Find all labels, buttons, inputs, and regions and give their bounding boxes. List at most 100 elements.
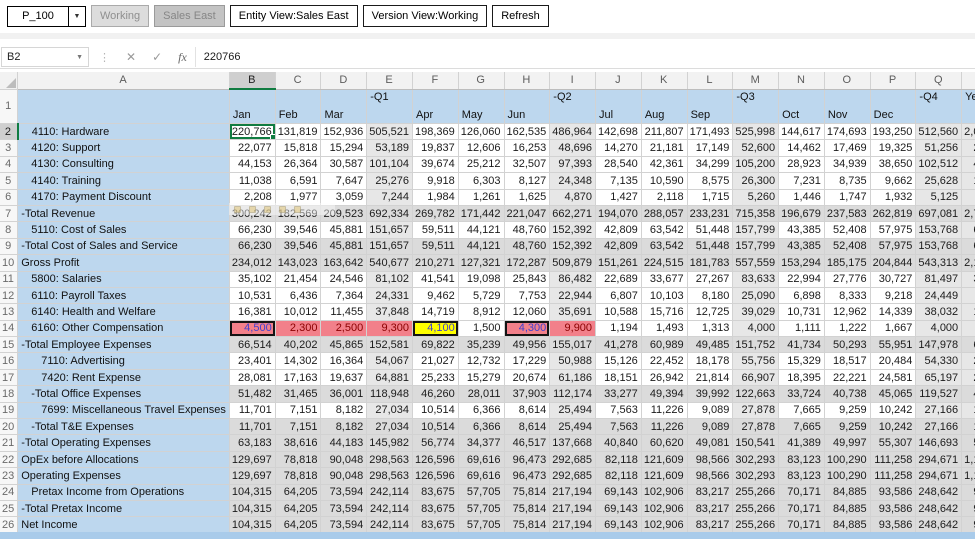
cell-E12[interactable]: 24,331 xyxy=(366,287,413,305)
row-header-13[interactable]: 13 xyxy=(0,303,19,321)
cell-F26[interactable]: 83,675 xyxy=(412,516,459,534)
cell-Q16[interactable]: 54,330 xyxy=(915,352,963,370)
cell-F9[interactable]: 59,511 xyxy=(412,238,459,256)
cell-F2[interactable]: 198,369 xyxy=(412,123,459,141)
cell-P19[interactable]: 10,242 xyxy=(870,402,917,420)
cell-N26[interactable]: 70,171 xyxy=(778,516,825,534)
cell-C2[interactable]: 131,819 xyxy=(275,123,322,141)
cell-Q21[interactable]: 146,693 xyxy=(915,434,963,452)
cell-G22[interactable]: 69,616 xyxy=(458,451,505,469)
cell-N12[interactable]: 6,898 xyxy=(778,287,825,305)
cell-G8[interactable]: 44,121 xyxy=(458,221,505,239)
cell-I16[interactable]: 50,988 xyxy=(549,352,597,370)
cell-G15[interactable]: 35,239 xyxy=(458,336,505,354)
cell-N9[interactable]: 43,385 xyxy=(778,238,825,256)
cell-N25[interactable]: 70,171 xyxy=(778,500,825,518)
row-header-24[interactable]: 24 xyxy=(0,484,19,501)
cell-C21[interactable]: 38,616 xyxy=(275,434,322,452)
cell-Q18[interactable]: 119,527 xyxy=(915,385,963,403)
row-header-9[interactable]: 9 xyxy=(0,238,19,256)
cell-O24[interactable]: 84,885 xyxy=(824,484,871,501)
cell-G23[interactable]: 69,616 xyxy=(458,467,505,485)
cell-I24[interactable]: 217,194 xyxy=(549,484,597,501)
column-header-M[interactable]: M xyxy=(732,72,780,90)
cell-B3[interactable]: 22,077 xyxy=(229,139,276,157)
cell-G21[interactable]: 34,377 xyxy=(458,434,505,452)
cell-L22[interactable]: 98,566 xyxy=(687,451,734,469)
cell-G26[interactable]: 57,705 xyxy=(458,516,505,534)
cell-N16[interactable]: 15,329 xyxy=(778,352,825,370)
cell-G24[interactable]: 57,705 xyxy=(458,484,505,501)
cell-H25[interactable]: 75,814 xyxy=(504,500,551,518)
cell-R23[interactable]: 1,188,212 xyxy=(961,467,975,485)
cell-C14[interactable]: 2,300 xyxy=(275,320,322,338)
cell-H9[interactable]: 48,760 xyxy=(504,238,551,256)
cell-P8[interactable]: 57,975 xyxy=(870,221,917,239)
cell-B14[interactable]: 4,500 xyxy=(229,320,276,338)
cell-L26[interactable]: 83,217 xyxy=(687,516,734,534)
cell-K26[interactable]: 102,906 xyxy=(641,516,688,534)
cell-N2[interactable]: 144,617 xyxy=(778,123,825,141)
cell-P11[interactable]: 30,727 xyxy=(870,271,917,288)
cell-M9[interactable]: 157,799 xyxy=(732,238,780,256)
cell-J19[interactable]: 7,563 xyxy=(595,402,642,420)
cell-I13[interactable]: 35,691 xyxy=(549,303,597,321)
working-button[interactable]: Working xyxy=(91,5,150,27)
cell-C22[interactable]: 78,818 xyxy=(275,451,322,469)
cell-H21[interactable]: 46,517 xyxy=(504,434,551,452)
cell-N6[interactable]: 1,446 xyxy=(778,189,825,206)
cell-I14[interactable]: 9,900 xyxy=(549,320,597,338)
column-header-H[interactable]: H xyxy=(504,72,551,90)
cell-O15[interactable]: 50,293 xyxy=(824,336,871,354)
cell-O16[interactable]: 18,517 xyxy=(824,352,871,370)
cell-Q12[interactable]: 24,449 xyxy=(915,287,963,305)
cell-R10[interactable]: 2,151,428 xyxy=(961,254,975,272)
header-cell-H1[interactable]: Jun xyxy=(504,89,551,124)
cell-F19[interactable]: 10,514 xyxy=(412,402,459,420)
cell-I23[interactable]: 292,685 xyxy=(549,467,597,485)
cell-R19[interactable]: 107,572 xyxy=(961,402,975,420)
cell-I9[interactable]: 152,392 xyxy=(549,238,597,256)
cell-R7[interactable]: 2,767,044 xyxy=(961,205,975,223)
cell-L7[interactable]: 233,231 xyxy=(687,205,734,223)
cell-K5[interactable]: 10,590 xyxy=(641,172,688,190)
cell-O14[interactable]: 1,222 xyxy=(824,320,871,338)
cell-M18[interactable]: 122,663 xyxy=(732,385,780,403)
row-header-23[interactable]: 23 xyxy=(0,467,19,485)
header-cell-B1[interactable]: Jan xyxy=(229,89,276,124)
header-cell-M1[interactable]: -Q3 xyxy=(732,89,780,124)
cell-M15[interactable]: 151,752 xyxy=(732,336,780,354)
cell-C13[interactable]: 10,012 xyxy=(275,303,322,321)
header-cell-Q1[interactable]: -Q4 xyxy=(915,89,963,124)
cell-G16[interactable]: 12,732 xyxy=(458,352,505,370)
cell-P14[interactable]: 1,667 xyxy=(870,320,917,338)
cell-R14[interactable]: 27,200 xyxy=(961,320,975,338)
cell-Q15[interactable]: 147,978 xyxy=(915,336,963,354)
cell-E18[interactable]: 118,948 xyxy=(366,385,413,403)
column-header-B[interactable]: B xyxy=(229,72,276,90)
cell-F12[interactable]: 9,462 xyxy=(412,287,459,305)
cell-L16[interactable]: 18,178 xyxy=(687,352,734,370)
cell-K21[interactable]: 60,620 xyxy=(641,434,688,452)
cell-R4[interactable]: 406,209 xyxy=(961,156,975,174)
cell-P24[interactable]: 93,586 xyxy=(870,484,917,501)
cell-R6[interactable]: 22,499 xyxy=(961,189,975,206)
cell-P23[interactable]: 111,258 xyxy=(870,467,917,485)
cell-N10[interactable]: 153,294 xyxy=(778,254,825,272)
row-header-8[interactable]: 8 xyxy=(0,221,19,239)
cell-H3[interactable]: 16,253 xyxy=(504,139,551,157)
cell-H10[interactable]: 172,287 xyxy=(504,254,551,272)
cell-G3[interactable]: 12,606 xyxy=(458,139,505,157)
cell-D21[interactable]: 44,183 xyxy=(320,434,368,452)
cell-J21[interactable]: 40,840 xyxy=(595,434,642,452)
cell-Q3[interactable]: 51,256 xyxy=(915,139,963,157)
cell-M4[interactable]: 105,200 xyxy=(732,156,780,174)
cell-M14[interactable]: 4,000 xyxy=(732,320,780,338)
row-header-5[interactable]: 5 xyxy=(0,172,19,190)
cell-K6[interactable]: 2,118 xyxy=(641,189,688,206)
cell-E9[interactable]: 151,657 xyxy=(366,238,413,256)
cell-O26[interactable]: 84,885 xyxy=(824,516,871,534)
cell-E3[interactable]: 53,189 xyxy=(366,139,413,157)
cell-C20[interactable]: 7,151 xyxy=(275,418,322,436)
row-header-21[interactable]: 21 xyxy=(0,434,19,452)
